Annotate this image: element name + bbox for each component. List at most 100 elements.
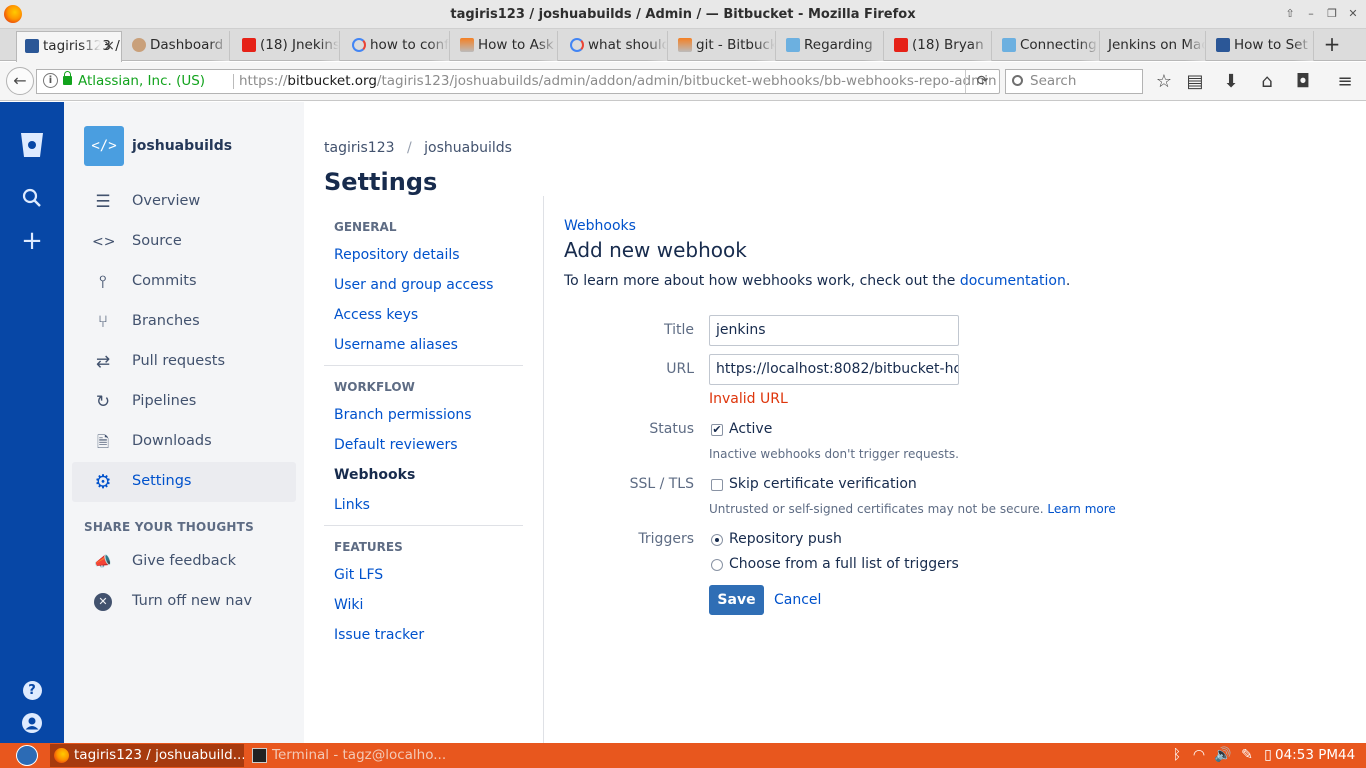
settings-link-git-lfs[interactable]: Git LFS bbox=[334, 567, 383, 583]
tab-stackoverflow-1[interactable]: How to Ask bbox=[452, 31, 558, 61]
create-icon[interactable]: + bbox=[18, 227, 46, 255]
home-icon[interactable]: ⌂ bbox=[1256, 71, 1278, 93]
taskbar-item-firefox[interactable]: tagiris123 / joshuabuild... bbox=[50, 744, 244, 767]
sidebar-item-label: Pull requests bbox=[132, 353, 226, 369]
window-minimize-icon[interactable]: – bbox=[1302, 6, 1320, 22]
tab-bitbucket[interactable]: tagiris123 / joshuabuilds × bbox=[16, 31, 122, 62]
tab-dashboard[interactable]: Dashboard bbox=[124, 31, 230, 61]
repository-push-radio[interactable] bbox=[711, 534, 723, 546]
menu-icon[interactable]: ≡ bbox=[1334, 71, 1356, 93]
tab-youtube-1[interactable]: (18) Jnekins bbox=[234, 31, 340, 61]
ssl-help-text: Untrusted or self-signed certificates ma… bbox=[709, 502, 1048, 516]
tab-connecting[interactable]: Connecting bbox=[994, 31, 1100, 61]
reading-list-icon[interactable]: ▤ bbox=[1184, 71, 1206, 93]
url-input[interactable]: https://localhost:8082/bitbucket-hook/ bbox=[709, 354, 959, 385]
tab-google-2[interactable]: what should bbox=[562, 31, 668, 61]
sidebar-item-give-feedback[interactable]: 📣 Give feedback bbox=[72, 542, 296, 582]
documentation-link[interactable]: documentation bbox=[960, 273, 1066, 289]
settings-link-repository-details[interactable]: Repository details bbox=[334, 247, 460, 263]
search-icon bbox=[1012, 75, 1023, 86]
save-button[interactable]: Save bbox=[709, 585, 764, 615]
webhooks-crumb-link[interactable]: Webhooks bbox=[564, 218, 636, 234]
document-icon: 🗎 bbox=[96, 433, 110, 451]
active-label[interactable]: Active bbox=[729, 421, 772, 437]
skip-cert-label[interactable]: Skip certificate verification bbox=[729, 476, 917, 492]
settings-link-links[interactable]: Links bbox=[334, 497, 370, 513]
tab-google-1[interactable]: how to configure bbox=[344, 31, 450, 61]
settings-link-user-group-access[interactable]: User and group access bbox=[334, 277, 493, 293]
settings-link-default-reviewers[interactable]: Default reviewers bbox=[334, 437, 458, 453]
window-up-icon[interactable]: ⇧ bbox=[1281, 6, 1299, 22]
reload-icon[interactable]: ⟳ bbox=[965, 70, 999, 93]
os-taskbar: tagiris123 / joshuabuild... Terminal - t… bbox=[0, 743, 1366, 768]
bitbucket-logo-icon[interactable] bbox=[18, 130, 46, 158]
title-input[interactable]: jenkins bbox=[709, 315, 959, 346]
address-bar[interactable]: i Atlassian, Inc. (US) https://bitbucket… bbox=[36, 69, 1000, 94]
sidebar-item-commits[interactable]: ⫯ Commits bbox=[72, 262, 296, 302]
download-icon[interactable]: ⬇ bbox=[1220, 71, 1242, 93]
window-maximize-icon[interactable]: ❐ bbox=[1323, 6, 1341, 22]
breadcrumb: tagiris123 / joshuabuilds bbox=[324, 140, 520, 156]
taskbar-item-terminal[interactable]: Terminal - tagz@localho... bbox=[248, 744, 448, 767]
share-heading: SHARE YOUR THOUGHTS bbox=[84, 520, 254, 534]
info-icon[interactable]: i bbox=[43, 73, 58, 88]
settings-link-issue-tracker[interactable]: Issue tracker bbox=[334, 627, 424, 643]
tab-stackoverflow-2[interactable]: git - Bitbucket bbox=[670, 31, 776, 61]
cancel-button[interactable]: Cancel bbox=[774, 592, 821, 608]
site-identity[interactable]: Atlassian, Inc. (US) bbox=[78, 70, 205, 93]
sidebar-item-branches[interactable]: ⑂ Branches bbox=[72, 302, 296, 342]
help-icon[interactable]: ? bbox=[18, 674, 46, 702]
sidebar-item-downloads[interactable]: 🗎 Downloads bbox=[72, 422, 296, 462]
settings-link-webhooks[interactable]: Webhooks bbox=[334, 467, 415, 483]
main-content: tagiris123 / joshuabuilds Settings GENER… bbox=[304, 102, 1366, 743]
skip-cert-checkbox[interactable] bbox=[711, 479, 723, 491]
back-button[interactable]: ← bbox=[6, 67, 34, 95]
repository-name[interactable]: joshuabuilds bbox=[132, 138, 232, 154]
status-help: Inactive webhooks don't trigger requests… bbox=[709, 447, 959, 461]
tab-close-icon[interactable]: × bbox=[103, 32, 115, 60]
settings-link-access-keys[interactable]: Access keys bbox=[334, 307, 418, 323]
status-label: Status bbox=[649, 421, 694, 437]
sidebar-item-label: Overview bbox=[132, 193, 201, 209]
url-text[interactable]: https://bitbucket.org/tagiris123/joshuab… bbox=[239, 70, 997, 93]
breadcrumb-repo[interactable]: joshuabuilds bbox=[424, 140, 512, 156]
sidebar-item-settings[interactable]: ⚙ Settings bbox=[72, 462, 296, 502]
settings-link-branch-permissions[interactable]: Branch permissions bbox=[334, 407, 472, 423]
start-menu-icon[interactable] bbox=[16, 745, 38, 766]
sidebar-item-label: Turn off new nav bbox=[132, 593, 253, 609]
settings-link-wiki[interactable]: Wiki bbox=[334, 597, 363, 613]
url-error: Invalid URL bbox=[709, 391, 788, 407]
repository-avatar[interactable]: </> bbox=[84, 126, 124, 166]
repository-push-label[interactable]: Repository push bbox=[729, 531, 842, 547]
notes-icon[interactable]: ✎ bbox=[1238, 746, 1256, 764]
search-icon[interactable] bbox=[18, 188, 46, 216]
search-input[interactable]: Search bbox=[1005, 69, 1143, 94]
sidebar-item-turn-off-nav[interactable]: ✕ Turn off new nav bbox=[72, 582, 296, 622]
settings-link-username-aliases[interactable]: Username aliases bbox=[334, 337, 458, 353]
full-triggers-radio[interactable] bbox=[711, 559, 723, 571]
breadcrumb-separator: / bbox=[406, 140, 412, 156]
sidebar-item-pipelines[interactable]: ↻ Pipelines bbox=[72, 382, 296, 422]
breadcrumb-owner[interactable]: tagiris123 bbox=[324, 140, 395, 156]
wifi-icon[interactable]: ◠ bbox=[1190, 746, 1208, 764]
page-title: Settings bbox=[324, 168, 438, 196]
pocket-icon[interactable]: ◘ bbox=[1292, 71, 1314, 93]
volume-icon[interactable]: 🔊 bbox=[1214, 746, 1232, 764]
sidebar-item-label: Give feedback bbox=[132, 553, 236, 569]
tab-jenkins-mac[interactable]: Jenkins on Mac bbox=[1100, 31, 1206, 61]
sidebar-item-source[interactable]: <> Source bbox=[72, 222, 296, 262]
tab-youtube-2[interactable]: (18) Bryan bbox=[886, 31, 992, 61]
full-triggers-label[interactable]: Choose from a full list of triggers bbox=[729, 556, 959, 572]
tab-regarding[interactable]: Regarding bbox=[778, 31, 884, 61]
profile-avatar-icon[interactable] bbox=[18, 713, 46, 741]
sidebar-item-pull-requests[interactable]: ⇄ Pull requests bbox=[72, 342, 296, 382]
window-close-icon[interactable]: ✕ bbox=[1344, 6, 1362, 22]
sidebar-item-overview[interactable]: ☰ Overview bbox=[72, 182, 296, 222]
new-tab-button[interactable]: + bbox=[1322, 33, 1342, 55]
tab-how-to-set[interactable]: How to Set bbox=[1208, 31, 1314, 61]
bluetooth-icon[interactable]: ᛒ bbox=[1168, 746, 1186, 764]
active-checkbox[interactable]: ✔ bbox=[711, 424, 723, 436]
bookmark-star-icon[interactable]: ☆ bbox=[1153, 71, 1175, 93]
terminal-icon bbox=[252, 748, 267, 763]
learn-more-link[interactable]: Learn more bbox=[1047, 502, 1115, 516]
